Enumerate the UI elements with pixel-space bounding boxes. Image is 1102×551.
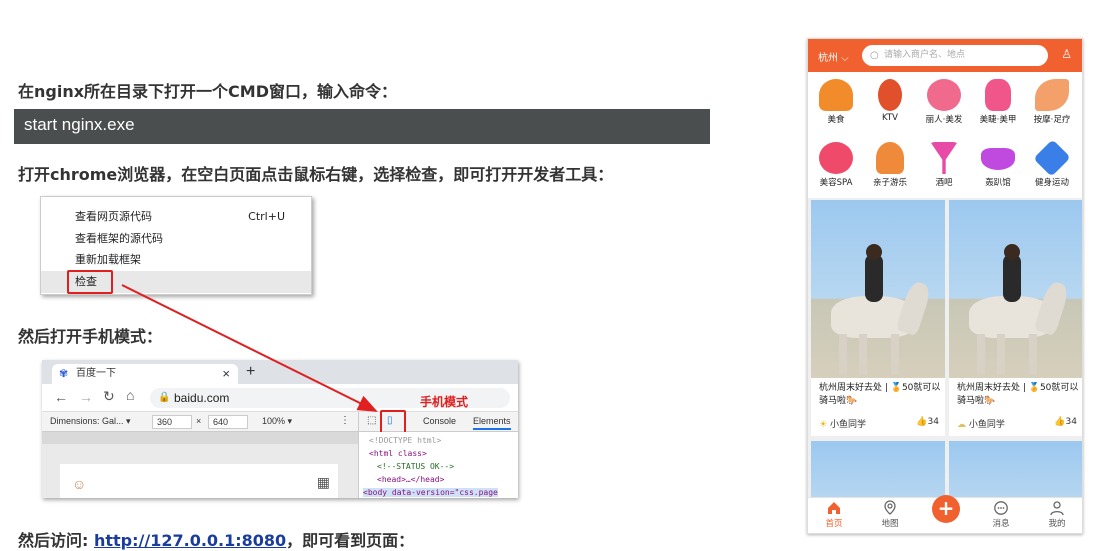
post-title: 杭州周末好去处 | 🏅50就可以骑马啦🐎 [819, 383, 941, 406]
localhost-link[interactable]: http://127.0.0.1:8080 [94, 531, 286, 550]
like-count[interactable]: 👍34 [1054, 417, 1077, 427]
rider-head [866, 244, 882, 260]
post-card-partial[interactable] [811, 441, 945, 501]
city-select[interactable]: 杭州 ⌵ [818, 49, 849, 64]
plus-icon: + [937, 496, 955, 520]
home-icon [828, 502, 840, 514]
post-title: 杭州周末好去处 | 🏅50就可以骑马啦🐎 [957, 383, 1079, 406]
phone-header: 杭州 ⌵ ○ 请输入商户名、地点 ♙ [808, 39, 1082, 72]
search-input[interactable]: ○ 请输入商户名、地点 [862, 45, 1048, 66]
post-photo [949, 200, 1082, 378]
post-author: ☁ 小鱼同学 [957, 420, 1005, 430]
category-bar[interactable]: 酒吧 [919, 142, 969, 188]
horse-leg [977, 334, 985, 374]
nav-profile[interactable]: 我的 [1037, 500, 1077, 529]
horse-leg [859, 334, 867, 374]
step4-heading: 然后访问: http://127.0.0.1:8080，即可看到页面： [18, 531, 415, 550]
feed: 杭州周末好去处 | 🏅50就可以骑马啦🐎 ☀ 小鱼同学 👍34 杭州周末好去处 … [808, 198, 1082, 501]
horse-leg [839, 334, 847, 374]
cocktail-icon [930, 142, 958, 174]
post-card[interactable]: 杭州周末好去处 | 🏅50就可以骑马啦🐎 ☀ 小鱼同学 👍34 [811, 200, 945, 436]
dumbbell-icon [1033, 139, 1071, 177]
post-photo [811, 200, 945, 378]
category-spa[interactable]: 美容SPA [811, 142, 861, 188]
user-icon[interactable]: ♙ [1061, 47, 1072, 61]
post-card-partial[interactable] [949, 441, 1082, 501]
category-food[interactable]: 美食 [811, 79, 861, 125]
cloud-icon: ☁ [957, 420, 966, 430]
map-icon [884, 500, 896, 515]
rider-shape [865, 254, 883, 302]
rider-shape [1003, 254, 1021, 302]
mask-icon [981, 148, 1015, 170]
thumb-icon: 👍 [916, 417, 928, 427]
post-card[interactable]: 杭州周末好去处 | 🏅50就可以骑马啦🐎 ☁ 小鱼同学 👍34 [949, 200, 1082, 436]
sun-icon: ☀ [819, 420, 828, 430]
post-author: ☀ 小鱼同学 [819, 420, 866, 430]
kids-icon [876, 142, 904, 174]
rider-head [1004, 244, 1020, 260]
thumb-icon: 👍 [1054, 417, 1066, 427]
category-kids[interactable]: 亲子游乐 [865, 142, 915, 188]
category-massage[interactable]: 按摩·足疗 [1027, 79, 1077, 125]
add-post-button[interactable]: + [932, 495, 960, 523]
phone-preview: 杭州 ⌵ ○ 请输入商户名、地点 ♙ 美食 KTV 丽人·美发 美睫·美甲 按摩… [807, 38, 1083, 534]
horse-leg [891, 334, 899, 374]
nav-map[interactable]: 地图 [870, 500, 910, 529]
microphone-icon [878, 79, 902, 111]
horse-leg [1029, 334, 1037, 374]
search-icon: ○ [870, 50, 879, 61]
food-icon [819, 79, 853, 111]
message-icon [994, 501, 1008, 515]
nav-messages[interactable]: 消息 [981, 500, 1021, 529]
user-icon [1050, 501, 1064, 516]
category-hair[interactable]: 丽人·美发 [919, 79, 969, 125]
category-party[interactable]: 轰趴馆 [973, 142, 1023, 188]
massage-icon [1035, 79, 1069, 111]
spa-icon [819, 142, 853, 174]
like-count[interactable]: 👍34 [916, 417, 939, 427]
category-fitness[interactable]: 健身运动 [1027, 139, 1077, 188]
hair-icon [927, 79, 961, 111]
nail-icon [985, 79, 1011, 111]
horse-leg [997, 334, 1005, 374]
bottom-nav: 首页 地图 + 消息 我的 [808, 495, 1082, 533]
category-nails[interactable]: 美睫·美甲 [973, 79, 1023, 125]
category-ktv[interactable]: KTV [865, 79, 915, 123]
nav-home[interactable]: 首页 [814, 500, 854, 529]
